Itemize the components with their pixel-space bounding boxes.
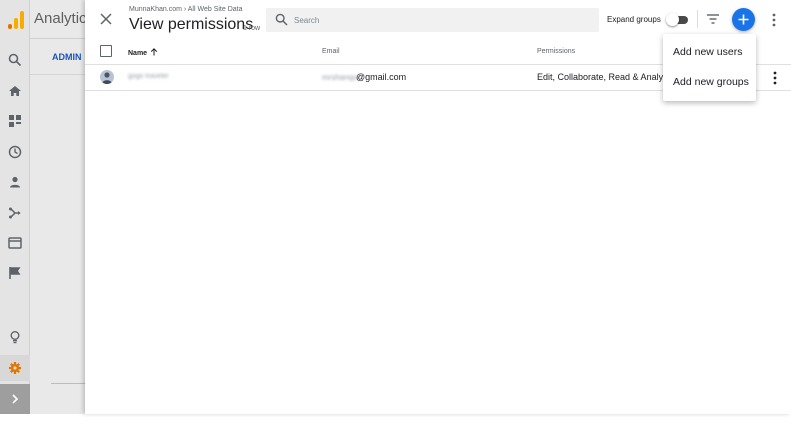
search-box: [266, 8, 599, 32]
expand-groups-label: Expand groups: [607, 15, 661, 24]
bottom-blank-area: [0, 414, 791, 448]
search-icon[interactable]: [8, 53, 22, 67]
plus-icon: [738, 14, 749, 25]
row-count: 1 row: [243, 25, 261, 32]
search-icon: [275, 13, 288, 26]
gear-icon[interactable]: [8, 361, 22, 375]
admin-tab[interactable]: ADMIN: [30, 38, 85, 74]
background-analytics-panel: Analytics ADMIN: [30, 0, 94, 414]
view-permissions-dialog: MunnaKhan.com › All Web Site Data View p…: [85, 0, 791, 414]
divider: [30, 74, 85, 75]
arrow-up-icon: [150, 48, 158, 56]
divider: [51, 383, 85, 384]
analytics-logo-icon: [7, 10, 25, 30]
menu-item-add-new-users[interactable]: Add new users: [663, 37, 756, 67]
person-icon[interactable]: [8, 175, 22, 189]
chevron-right-icon[interactable]: [8, 392, 22, 406]
page-title: View permissions: [129, 16, 254, 33]
breadcrumb: MunnaKhan.com › All Web Site Data: [129, 6, 243, 13]
dashboard-icon[interactable]: [8, 114, 22, 128]
close-icon[interactable]: [99, 12, 113, 26]
search-input[interactable]: [294, 12, 584, 28]
select-all-checkbox[interactable]: [100, 45, 112, 57]
user-permissions: Edit, Collaborate, Read & Analyze: [537, 72, 673, 82]
menu-item-add-new-groups[interactable]: Add new groups: [663, 67, 756, 97]
more-vert-icon[interactable]: [771, 70, 779, 86]
add-menu: Add new users Add new groups: [663, 34, 756, 101]
acquisition-icon[interactable]: [8, 206, 22, 220]
more-vert-icon[interactable]: [770, 12, 778, 28]
flag-icon[interactable]: [8, 266, 22, 280]
toolbar-divider: [697, 10, 698, 28]
expand-groups-toggle[interactable]: [666, 13, 688, 26]
column-header-name-label: Name: [128, 50, 148, 57]
user-name: gogo traveler: [128, 73, 169, 80]
avatar: [100, 70, 114, 84]
left-nav-rail: [0, 0, 30, 414]
column-header-name[interactable]: Name: [128, 48, 158, 57]
user-email-domain: @gmail.com: [356, 72, 407, 82]
user-email-hidden: mrshanqoi: [322, 73, 360, 82]
admin-tab-label: ADMIN: [52, 52, 82, 62]
lightbulb-icon[interactable]: [8, 330, 22, 344]
clock-icon[interactable]: [8, 145, 22, 159]
column-header-email[interactable]: Email: [322, 48, 340, 55]
column-header-permissions[interactable]: Permissions: [537, 48, 575, 55]
filter-icon[interactable]: [706, 13, 720, 25]
add-button[interactable]: [732, 8, 755, 31]
home-icon[interactable]: [8, 84, 22, 98]
behavior-icon[interactable]: [8, 236, 22, 250]
toggle-thumb: [666, 13, 679, 26]
